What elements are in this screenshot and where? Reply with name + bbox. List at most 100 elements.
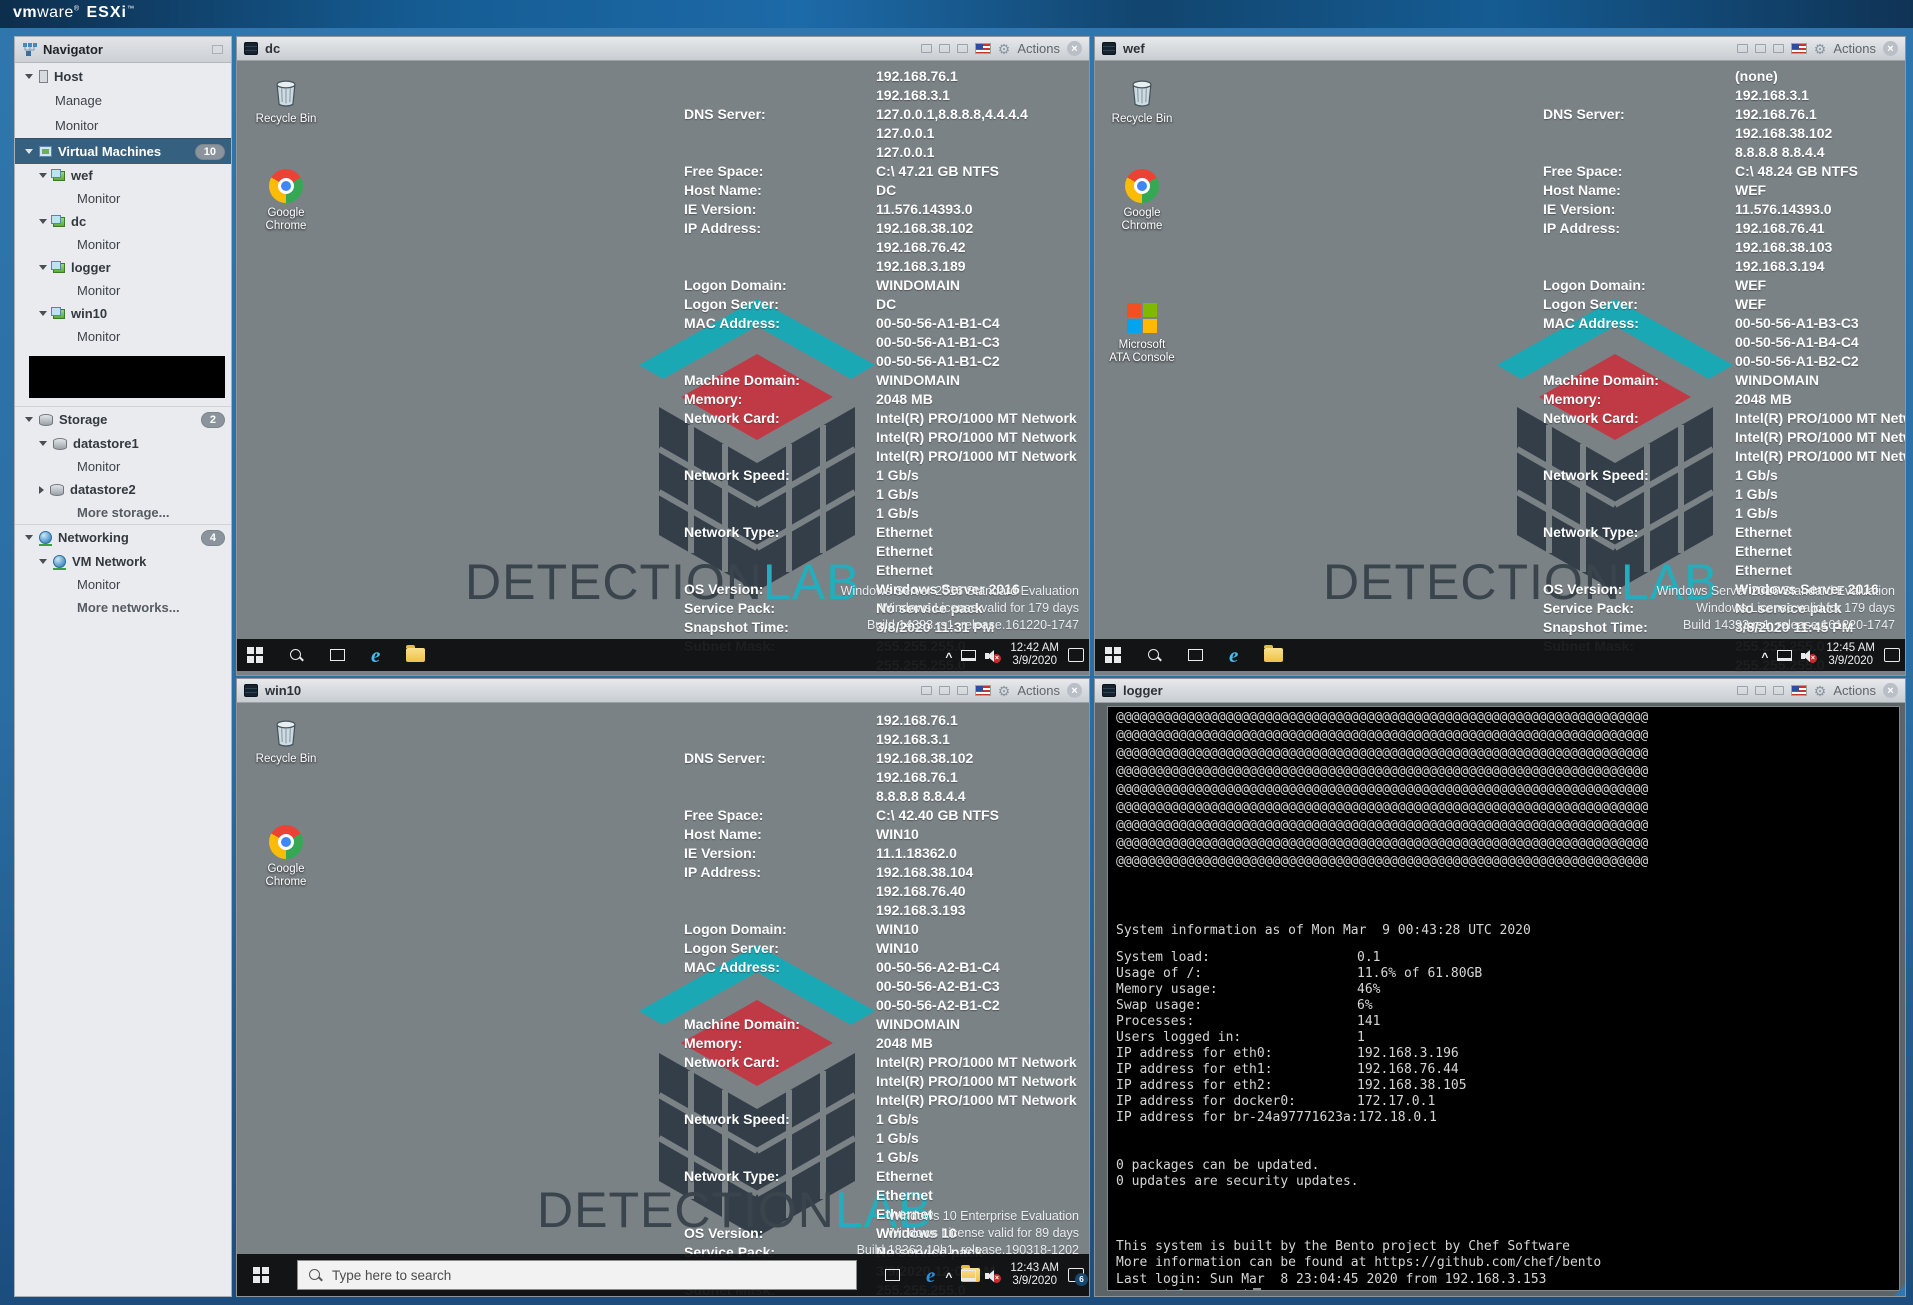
- gear-icon[interactable]: ⚙: [1814, 684, 1827, 698]
- vm-console-screen[interactable]: DETECTIONLAB Recycle Bin Google Chrome M…: [1095, 61, 1905, 675]
- actions-menu[interactable]: Actions: [1833, 41, 1876, 56]
- maximize-icon[interactable]: [1773, 686, 1784, 695]
- sidebar-item-more-storage[interactable]: More storage...: [15, 501, 231, 524]
- chevron-down-icon[interactable]: [25, 149, 33, 154]
- sidebar-item-vm-wef-monitor[interactable]: Monitor: [15, 187, 231, 210]
- keyboard-layout-flag-icon[interactable]: [975, 43, 991, 54]
- windows-taskbar[interactable]: e ^ × 12:42 AM3/9/2020: [237, 639, 1089, 671]
- sidebar-item-more-networks[interactable]: More networks...: [15, 596, 231, 619]
- close-icon[interactable]: ×: [1067, 683, 1082, 698]
- window-titlebar[interactable]: logger ⚙ Actions ×: [1095, 679, 1905, 703]
- recycle-bin-icon[interactable]: Recycle Bin: [1108, 73, 1176, 126]
- windows-taskbar[interactable]: Type here to search e ^ × 12:43 AM3/9/20…: [237, 1254, 1089, 1296]
- actions-menu[interactable]: Actions: [1833, 683, 1876, 698]
- sidebar-item-vm-win10-monitor[interactable]: Monitor: [15, 325, 231, 348]
- gear-icon[interactable]: ⚙: [998, 42, 1011, 56]
- maximize-icon[interactable]: [957, 44, 968, 53]
- sidebar-item-virtual-machines[interactable]: Virtual Machines 10: [15, 138, 231, 164]
- recycle-bin-icon[interactable]: Recycle Bin: [252, 73, 320, 126]
- sidebar-item-networking[interactable]: Networking 4: [15, 524, 231, 550]
- tray-chevron-icon[interactable]: ^: [945, 1270, 952, 1284]
- search-icon[interactable]: [1147, 648, 1162, 663]
- network-tray-icon[interactable]: [961, 1270, 976, 1281]
- sidebar-item-vm-network-monitor[interactable]: Monitor: [15, 573, 231, 596]
- file-explorer-icon[interactable]: [1264, 648, 1283, 662]
- chevron-down-icon[interactable]: [39, 559, 47, 564]
- network-tray-icon[interactable]: [1777, 650, 1792, 661]
- sidebar-item-datastore1[interactable]: datastore1: [15, 432, 231, 455]
- sidebar-item-datastore1-monitor[interactable]: Monitor: [15, 455, 231, 478]
- sidebar-item-vm-logger[interactable]: logger: [15, 256, 231, 279]
- muted-speaker-icon[interactable]: ×: [985, 1269, 1001, 1282]
- sidebar-item-datastore2[interactable]: datastore2: [15, 478, 231, 501]
- windows-taskbar[interactable]: e ^ × 12:45 AM3/9/2020: [1095, 639, 1905, 671]
- close-icon[interactable]: ×: [1883, 41, 1898, 56]
- terminal-prompt[interactable]: vagrant@logger:~$: [1116, 1288, 1261, 1291]
- edge-icon[interactable]: e: [926, 1265, 935, 1285]
- keyboard-layout-flag-icon[interactable]: [1791, 43, 1807, 54]
- action-center-icon[interactable]: 6: [1068, 1268, 1084, 1282]
- keyboard-layout-flag-icon[interactable]: [975, 685, 991, 696]
- internet-explorer-icon[interactable]: e: [371, 645, 380, 665]
- start-button-icon[interactable]: [247, 647, 263, 663]
- restore-icon[interactable]: [939, 44, 950, 53]
- taskbar-clock[interactable]: 12:43 AM3/9/2020: [1010, 1262, 1059, 1288]
- window-titlebar[interactable]: dc ⚙ Actions ×: [237, 37, 1089, 61]
- chevron-right-icon[interactable]: [39, 486, 44, 494]
- taskbar-clock[interactable]: 12:42 AM3/9/2020: [1010, 642, 1059, 668]
- google-chrome-icon[interactable]: Google Chrome: [252, 167, 320, 233]
- network-tray-icon[interactable]: [961, 650, 976, 661]
- sidebar-item-vm-win10[interactable]: win10: [15, 302, 231, 325]
- popout-icon[interactable]: [921, 686, 932, 695]
- sidebar-item-host[interactable]: Host: [15, 63, 231, 89]
- vm-console-screen[interactable]: @@@@@@@@@@@@@@@@@@@@@@@@@@@@@@@@@@@@@@@@…: [1095, 703, 1905, 1296]
- window-titlebar[interactable]: wef ⚙ Actions ×: [1095, 37, 1905, 61]
- tray-chevron-icon[interactable]: ^: [945, 650, 952, 664]
- sidebar-item-vm-dc[interactable]: dc: [15, 210, 231, 233]
- muted-speaker-icon[interactable]: ×: [985, 649, 1001, 662]
- chevron-down-icon[interactable]: [39, 265, 47, 270]
- sidebar-item-host-manage[interactable]: Manage: [15, 89, 231, 112]
- task-view-icon[interactable]: [885, 1269, 900, 1281]
- sidebar-item-host-monitor[interactable]: Monitor: [15, 112, 231, 138]
- chevron-down-icon[interactable]: [39, 219, 47, 224]
- window-titlebar[interactable]: win10 ⚙ Actions ×: [237, 679, 1089, 703]
- chevron-down-icon[interactable]: [25, 74, 33, 79]
- chevron-down-icon[interactable]: [39, 173, 47, 178]
- vm-console-screen[interactable]: DETECTIONLAB Recycle Bin Google Chrome 1…: [237, 703, 1089, 1296]
- google-chrome-icon[interactable]: Google Chrome: [1108, 167, 1176, 233]
- chevron-down-icon[interactable]: [25, 535, 33, 540]
- sidebar-item-vm-wef[interactable]: wef: [15, 164, 231, 187]
- restore-icon[interactable]: [1755, 44, 1766, 53]
- google-chrome-icon[interactable]: Google Chrome: [252, 823, 320, 889]
- collapse-panel-icon[interactable]: [212, 45, 223, 54]
- start-button-icon[interactable]: [1105, 647, 1121, 663]
- taskbar-clock[interactable]: 12:45 AM3/9/2020: [1826, 642, 1875, 668]
- actions-menu[interactable]: Actions: [1017, 41, 1060, 56]
- search-icon[interactable]: [289, 648, 304, 663]
- chevron-down-icon[interactable]: [25, 417, 33, 422]
- sidebar-item-vm-dc-monitor[interactable]: Monitor: [15, 233, 231, 256]
- action-center-icon[interactable]: [1884, 648, 1900, 662]
- taskbar-search-input[interactable]: Type here to search: [297, 1260, 857, 1290]
- task-view-icon[interactable]: [1188, 649, 1203, 661]
- sidebar-item-storage[interactable]: Storage 2: [15, 406, 231, 432]
- popout-icon[interactable]: [1737, 686, 1748, 695]
- resize-grip[interactable]: [1894, 1285, 1905, 1296]
- internet-explorer-icon[interactable]: e: [1229, 645, 1238, 665]
- chevron-down-icon[interactable]: [39, 441, 47, 446]
- chevron-down-icon[interactable]: [39, 311, 47, 316]
- muted-speaker-icon[interactable]: ×: [1801, 649, 1817, 662]
- restore-icon[interactable]: [1755, 686, 1766, 695]
- microsoft-ata-console-icon[interactable]: Microsoft ATA Console: [1108, 299, 1176, 365]
- close-icon[interactable]: ×: [1883, 683, 1898, 698]
- sidebar-item-vm-network[interactable]: VM Network: [15, 550, 231, 573]
- start-button-icon[interactable]: [253, 1267, 269, 1283]
- vm-console-screen[interactable]: DETECTIONLAB Recycle Bin Google Chrome 1…: [237, 61, 1089, 675]
- gear-icon[interactable]: ⚙: [1814, 42, 1827, 56]
- action-center-icon[interactable]: [1068, 648, 1084, 662]
- keyboard-layout-flag-icon[interactable]: [1791, 685, 1807, 696]
- close-icon[interactable]: ×: [1067, 41, 1082, 56]
- popout-icon[interactable]: [1737, 44, 1748, 53]
- restore-icon[interactable]: [939, 686, 950, 695]
